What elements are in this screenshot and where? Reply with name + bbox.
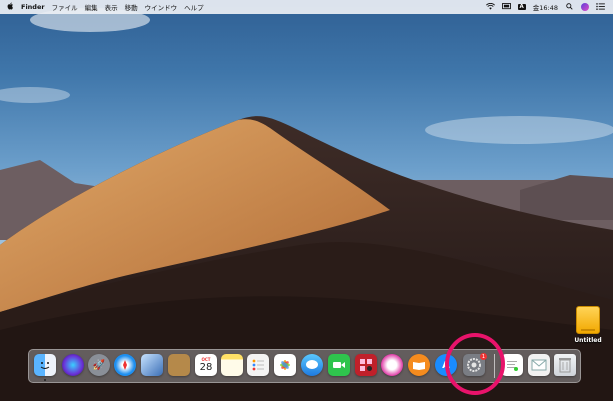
- untitled-drive[interactable]: Untitled: [571, 306, 605, 352]
- menu-file[interactable]: ファイル: [52, 2, 78, 12]
- dock-ibooks-icon[interactable]: [408, 354, 430, 376]
- dock-trash-icon[interactable]: [554, 354, 576, 376]
- running-indicator: [44, 379, 46, 381]
- menu-window[interactable]: ウインドウ: [145, 2, 178, 12]
- status-menus: A 金16:48: [485, 0, 606, 14]
- hard-drive-icon: [576, 306, 600, 334]
- menu-finder[interactable]: Finder: [21, 3, 45, 11]
- spotlight-search-icon[interactable]: [565, 2, 574, 12]
- menu-help[interactable]: ヘルプ: [184, 2, 204, 12]
- highlight-circle: [445, 333, 505, 395]
- dune-wallpaper: [0, 8, 613, 401]
- dock-safari-icon[interactable]: [114, 354, 136, 376]
- desktop-background: [0, 0, 613, 401]
- siri-icon[interactable]: [581, 3, 589, 11]
- dock-facetime-icon[interactable]: [328, 354, 350, 376]
- dock-calendar-icon[interactable]: OCT 28: [195, 354, 217, 376]
- notification-center-icon[interactable]: [596, 2, 605, 12]
- dock-itunes-icon[interactable]: ♪: [381, 354, 403, 376]
- airplay-display-icon[interactable]: [501, 2, 511, 12]
- clock-text[interactable]: 金16:48: [533, 2, 558, 12]
- dock-siri-icon[interactable]: [62, 354, 84, 376]
- calendar-day: 28: [199, 362, 213, 373]
- dock-photos-icon[interactable]: [274, 354, 296, 376]
- apple-menu-icon[interactable]: [7, 2, 14, 12]
- dock-preview-icon[interactable]: [141, 354, 163, 376]
- dock-reminders-icon[interactable]: [247, 354, 269, 376]
- dock-contacts-icon[interactable]: [168, 354, 190, 376]
- menu-go[interactable]: 移動: [125, 2, 138, 12]
- dock-photobooth-icon[interactable]: [355, 354, 377, 376]
- dock-launchpad-icon[interactable]: 🚀: [88, 354, 110, 376]
- menu-view[interactable]: 表示: [105, 2, 118, 12]
- dock-messages-icon[interactable]: [301, 354, 323, 376]
- menu-bar: Finder ファイル 編集 表示 移動 ウインドウ ヘルプ A 金16:48: [0, 0, 613, 14]
- dock-mail-icon[interactable]: [528, 354, 550, 376]
- drive-label: Untitled: [574, 337, 602, 344]
- wifi-icon[interactable]: [485, 2, 495, 12]
- dock-finder-icon[interactable]: [34, 354, 56, 376]
- input-source-icon[interactable]: A: [517, 4, 526, 10]
- menu-edit[interactable]: 編集: [85, 2, 98, 12]
- dock-notes-icon[interactable]: [221, 354, 243, 376]
